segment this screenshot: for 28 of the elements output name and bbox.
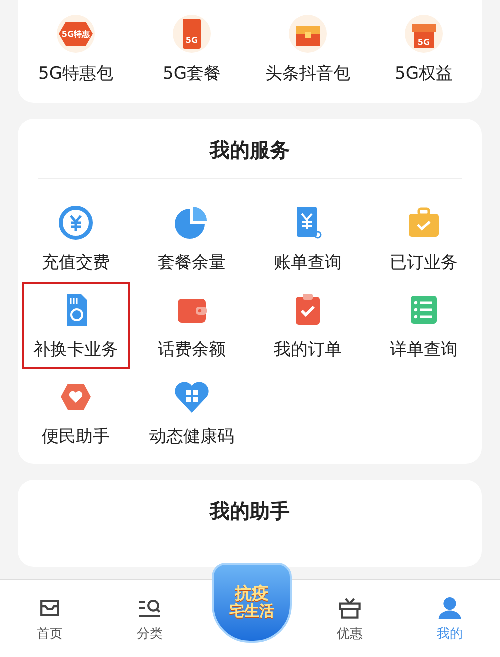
promo-item[interactable]: 5G 5G套餐 [134,8,250,91]
service-item[interactable]: 话费余额 [134,284,250,367]
tab[interactable]: 优惠 [300,594,400,643]
service-item[interactable]: 账单查询 [250,197,366,280]
promo-item[interactable]: 5G特惠 5G特惠包 [18,8,134,91]
tab-label: 我的 [437,626,463,643]
tab-label: 分类 [137,626,163,643]
tab[interactable]: 分类 [100,594,200,643]
highlighted-service-item[interactable]: 补换卡业务 [24,284,128,367]
service-item[interactable]: 详单查询 [366,284,482,367]
hexagon-badge-icon: 5G特惠 [56,14,96,54]
service-item[interactable]: 充值交费 [18,197,134,280]
phone-icon: 5G [172,14,212,54]
service-item[interactable]: 便民助手 [18,371,134,454]
gift-box-icon: 5G [404,14,444,54]
service-item[interactable]: 我的订单 [250,284,366,367]
service-item[interactable]: 套餐余量 [134,197,250,280]
tab-label: 优惠 [337,626,363,643]
section-title: 我的助手 [208,498,291,525]
service-item[interactable]: 动态健康码 [134,371,250,454]
promo-item[interactable]: 5G 5G权益 [366,8,482,91]
treasure-chest-icon [288,14,328,54]
section-title: 我的服务 [38,137,462,179]
promo-item[interactable]: 头条抖音包 [250,8,366,91]
yuan-refresh-icon [56,203,96,243]
service-item[interactable]: 已订业务 [366,197,482,280]
tab-label: 首页 [37,626,63,643]
tab[interactable]: 首页 [0,594,100,643]
